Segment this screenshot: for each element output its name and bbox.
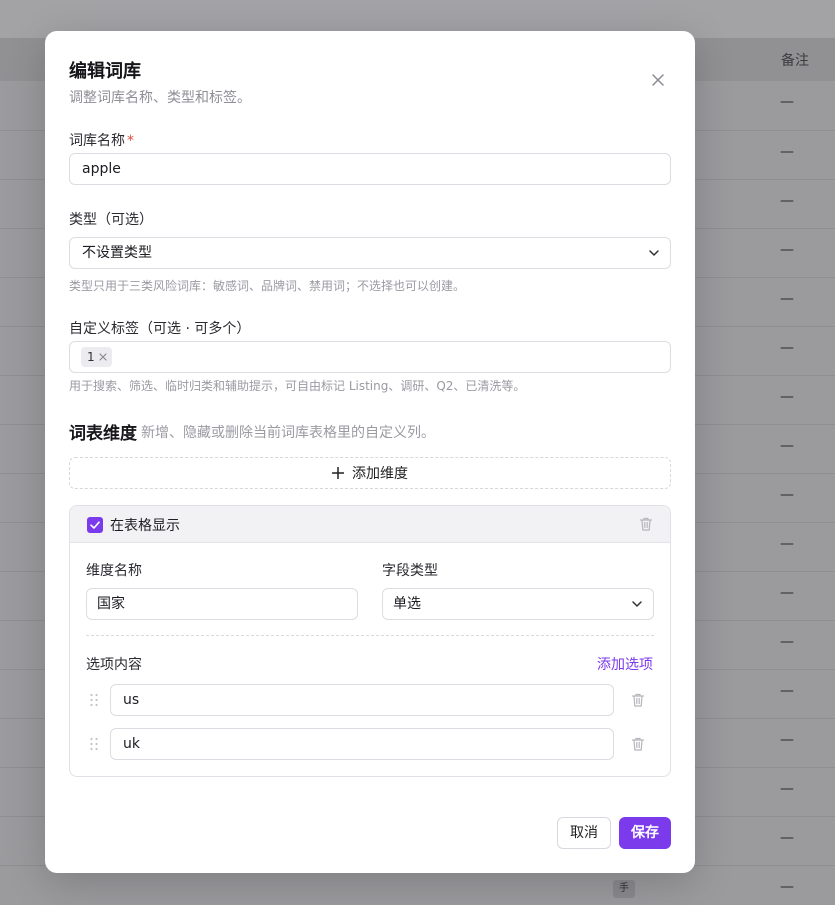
type-hint: 类型只用于三类风险词库：敏感词、品牌词、禁用词；不选择也可以创建。 <box>69 279 466 293</box>
dialog-subtitle: 调整词库名称、类型和标签。 <box>69 90 251 106</box>
field-type-select[interactable]: 单选 <box>382 588 654 620</box>
delete-dimension-trash-icon[interactable] <box>638 516 654 532</box>
option-value: uk <box>123 736 140 752</box>
dimensions-section-description: 新增、隐藏或删除当前词库表格里的自定义列。 <box>141 425 435 441</box>
type-select[interactable]: 不设置类型 <box>69 237 671 269</box>
tags-hint: 用于搜索、筛选、临时归类和辅助提示，可自由标记 Listing、调研、Q2、已清… <box>69 379 526 393</box>
lexicon-name-input[interactable]: apple <box>69 153 671 185</box>
drag-handle-icon[interactable] <box>89 693 99 707</box>
dimension-name-value: 国家 <box>97 596 125 612</box>
background-row-remark: — <box>780 94 794 110</box>
type-field-label: 类型（可选） <box>69 212 153 228</box>
background-row-remark: — <box>780 193 794 209</box>
tag-chip-label: 1 <box>87 350 95 364</box>
background-row-remark: — <box>780 585 794 601</box>
option-input[interactable]: uk <box>110 728 614 760</box>
background-row-remark: — <box>780 291 794 307</box>
dialog-title: 编辑词库 <box>69 61 141 82</box>
background-row-remark: — <box>780 830 794 846</box>
tags-input[interactable]: 1 <box>69 341 671 373</box>
background-row-remark: — <box>780 781 794 797</box>
close-icon[interactable] <box>648 70 668 90</box>
tag-chip: 1 <box>81 347 112 367</box>
dimension-card-header: 在表格显示 <box>70 506 670 543</box>
background-row-remark: — <box>780 683 794 699</box>
drag-handle-icon[interactable] <box>89 737 99 751</box>
plus-icon <box>332 467 344 479</box>
field-type-value: 单选 <box>393 596 421 612</box>
show-in-table-checkbox[interactable] <box>87 517 103 533</box>
required-mark: * <box>127 133 134 149</box>
background-row-remark: — <box>780 340 794 356</box>
add-option-link[interactable]: 添加选项 <box>597 654 653 674</box>
background-row-remark: — <box>780 879 794 895</box>
edit-lexicon-dialog: 编辑词库 调整词库名称、类型和标签。 词库名称 * apple 类型（可选） 不设… <box>45 31 695 873</box>
chevron-down-icon <box>632 601 642 607</box>
field-type-label: 字段类型 <box>382 563 438 579</box>
delete-option-trash-icon[interactable] <box>630 736 646 752</box>
background-row-remark: — <box>780 242 794 258</box>
tag-remove-icon[interactable] <box>99 353 107 361</box>
dimension-card: 在表格显示 维度名称 国家 字段类型 单选 选项内容 添加选项 us uk <box>69 505 671 777</box>
background-row-remark: — <box>780 732 794 748</box>
background-row-remark: — <box>780 634 794 650</box>
type-select-value: 不设置类型 <box>82 245 152 261</box>
check-icon <box>90 521 100 529</box>
background-row-remark: — <box>780 438 794 454</box>
background-row-remark: — <box>780 487 794 503</box>
background-chip: 手 <box>613 880 635 898</box>
lexicon-name-value: apple <box>82 161 121 177</box>
background-row-remark: — <box>780 536 794 552</box>
background-remark-column-header: 备注 <box>781 53 809 69</box>
show-in-table-label: 在表格显示 <box>110 518 180 534</box>
background-row-remark: — <box>780 144 794 160</box>
dimension-name-input[interactable]: 国家 <box>86 588 358 620</box>
add-dimension-label: 添加维度 <box>352 466 408 482</box>
option-value: us <box>123 692 140 708</box>
name-label-text: 词库名称 <box>69 133 125 149</box>
cancel-button[interactable]: 取消 <box>557 817 611 849</box>
name-field-label: 词库名称 * <box>69 130 134 150</box>
tags-field-label: 自定义标签（可选 · 可多个） <box>69 321 251 337</box>
dimensions-section-title: 词表维度 <box>69 424 137 444</box>
save-button[interactable]: 保存 <box>619 817 671 849</box>
dimension-name-label: 维度名称 <box>86 563 142 579</box>
add-dimension-button[interactable]: 添加维度 <box>69 457 671 489</box>
options-label: 选项内容 <box>86 657 142 673</box>
option-input[interactable]: us <box>110 684 614 716</box>
background-row-remark: — <box>780 389 794 405</box>
delete-option-trash-icon[interactable] <box>630 692 646 708</box>
dimension-divider <box>86 635 654 636</box>
chevron-down-icon <box>649 250 659 256</box>
